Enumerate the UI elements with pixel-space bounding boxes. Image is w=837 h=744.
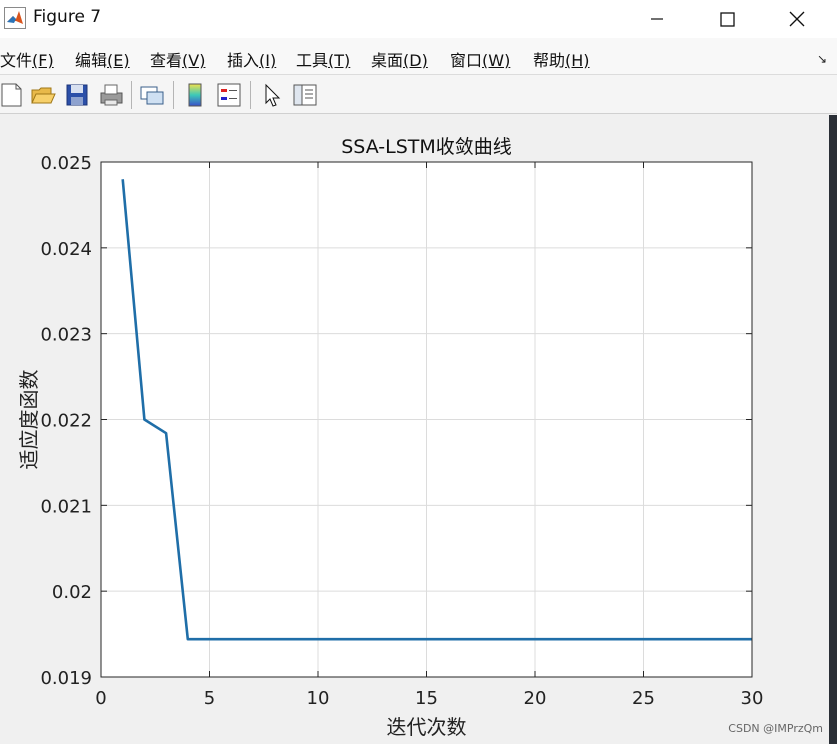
save-icon[interactable] [63,81,91,109]
x-tick-label: 15 [415,688,438,709]
x-tick-label: 20 [524,688,547,709]
y-tick-label: 0.023 [40,325,92,346]
menu-file-key: (F) [32,51,54,70]
watermark: CSDN @IMPrzQm [728,722,823,735]
maximize-button[interactable] [692,0,762,38]
pointer-icon[interactable] [258,81,286,109]
menu-file[interactable]: 文件(F) [0,47,54,71]
menu-bar: 文件(F) 编辑(E) 查看(V) 插入(I) 工具(T) 桌面(D) 窗口(W… [0,38,837,75]
menu-file-label: 文件 [0,51,33,70]
y-tick-label: 0.025 [40,153,92,174]
menu-help[interactable]: 帮助(H) [533,47,590,71]
menu-window-key: (W) [482,51,511,70]
y-tick-label: 0.021 [40,496,92,517]
toolbar-separator [250,81,251,109]
menu-help-label: 帮助 [533,51,566,70]
menu-window-label: 窗口 [450,51,483,70]
menu-insert-label: 插入 [227,51,260,70]
y-tick-label: 0.024 [40,239,92,260]
link-icon[interactable] [138,81,166,109]
y-axis-label: 适应度函数 [17,370,41,470]
menu-insert-key: (I) [259,51,277,70]
menu-view[interactable]: 查看(V) [150,47,205,71]
window-title: Figure 7 [33,7,102,27]
menu-desktop-label: 桌面 [371,51,404,70]
menu-desktop-key: (D) [403,51,428,70]
x-axis-label: 迭代次数 [387,715,467,739]
new-figure-icon[interactable] [0,81,28,109]
open-file-icon[interactable] [29,81,57,109]
menu-insert[interactable]: 插入(I) [227,47,276,71]
y-tick-label: 0.019 [40,668,92,689]
menu-tools[interactable]: 工具(T) [296,47,350,71]
x-tick-label: 5 [204,688,215,709]
menu-edit-key: (E) [107,51,130,70]
menu-tools-label: 工具 [296,51,329,70]
maximize-icon [719,11,735,27]
menu-edit-label: 编辑 [75,51,108,70]
close-icon [789,11,805,27]
chart-title: SSA-LSTM收敛曲线 [341,136,512,158]
x-tick-label: 0 [95,688,106,709]
print-icon[interactable] [97,81,125,109]
property-editor-icon[interactable] [291,81,319,109]
menu-view-label: 查看 [150,51,183,70]
close-button[interactable] [762,0,832,38]
y-tick-label: 0.02 [52,582,92,603]
toolbar-separator [131,81,132,109]
convergence-chart: 0 5 10 15 20 25 30 0.019 0.02 0.021 0.022 0.023 0.02… [17,136,764,739]
dock-arrow-icon[interactable]: ↘ [817,52,827,66]
x-tick-label: 10 [307,688,330,709]
x-tick-label: 30 [741,688,764,709]
minimize-button[interactable] [622,0,692,38]
menu-help-key: (H) [565,51,590,70]
legend-icon[interactable] [215,81,243,109]
title-bar[interactable]: Figure 7 [0,0,837,38]
y-tick-label: 0.022 [40,411,92,432]
figure-window: Figure 7 文件(F) 编辑(E) 查看(V) 插入(I) 工具(T) 桌… [0,0,837,744]
menu-view-key: (V) [182,51,206,70]
x-tick-label: 25 [632,688,655,709]
menu-edit[interactable]: 编辑(E) [75,47,130,71]
menu-window[interactable]: 窗口(W) [450,47,510,71]
menu-desktop[interactable]: 桌面(D) [371,47,428,71]
colorbar-icon[interactable] [181,81,209,109]
minimize-icon [651,18,663,20]
matlab-icon [4,7,26,29]
toolbar-separator [173,81,174,109]
tool-bar [0,75,837,114]
menu-tools-key: (T) [328,51,351,70]
